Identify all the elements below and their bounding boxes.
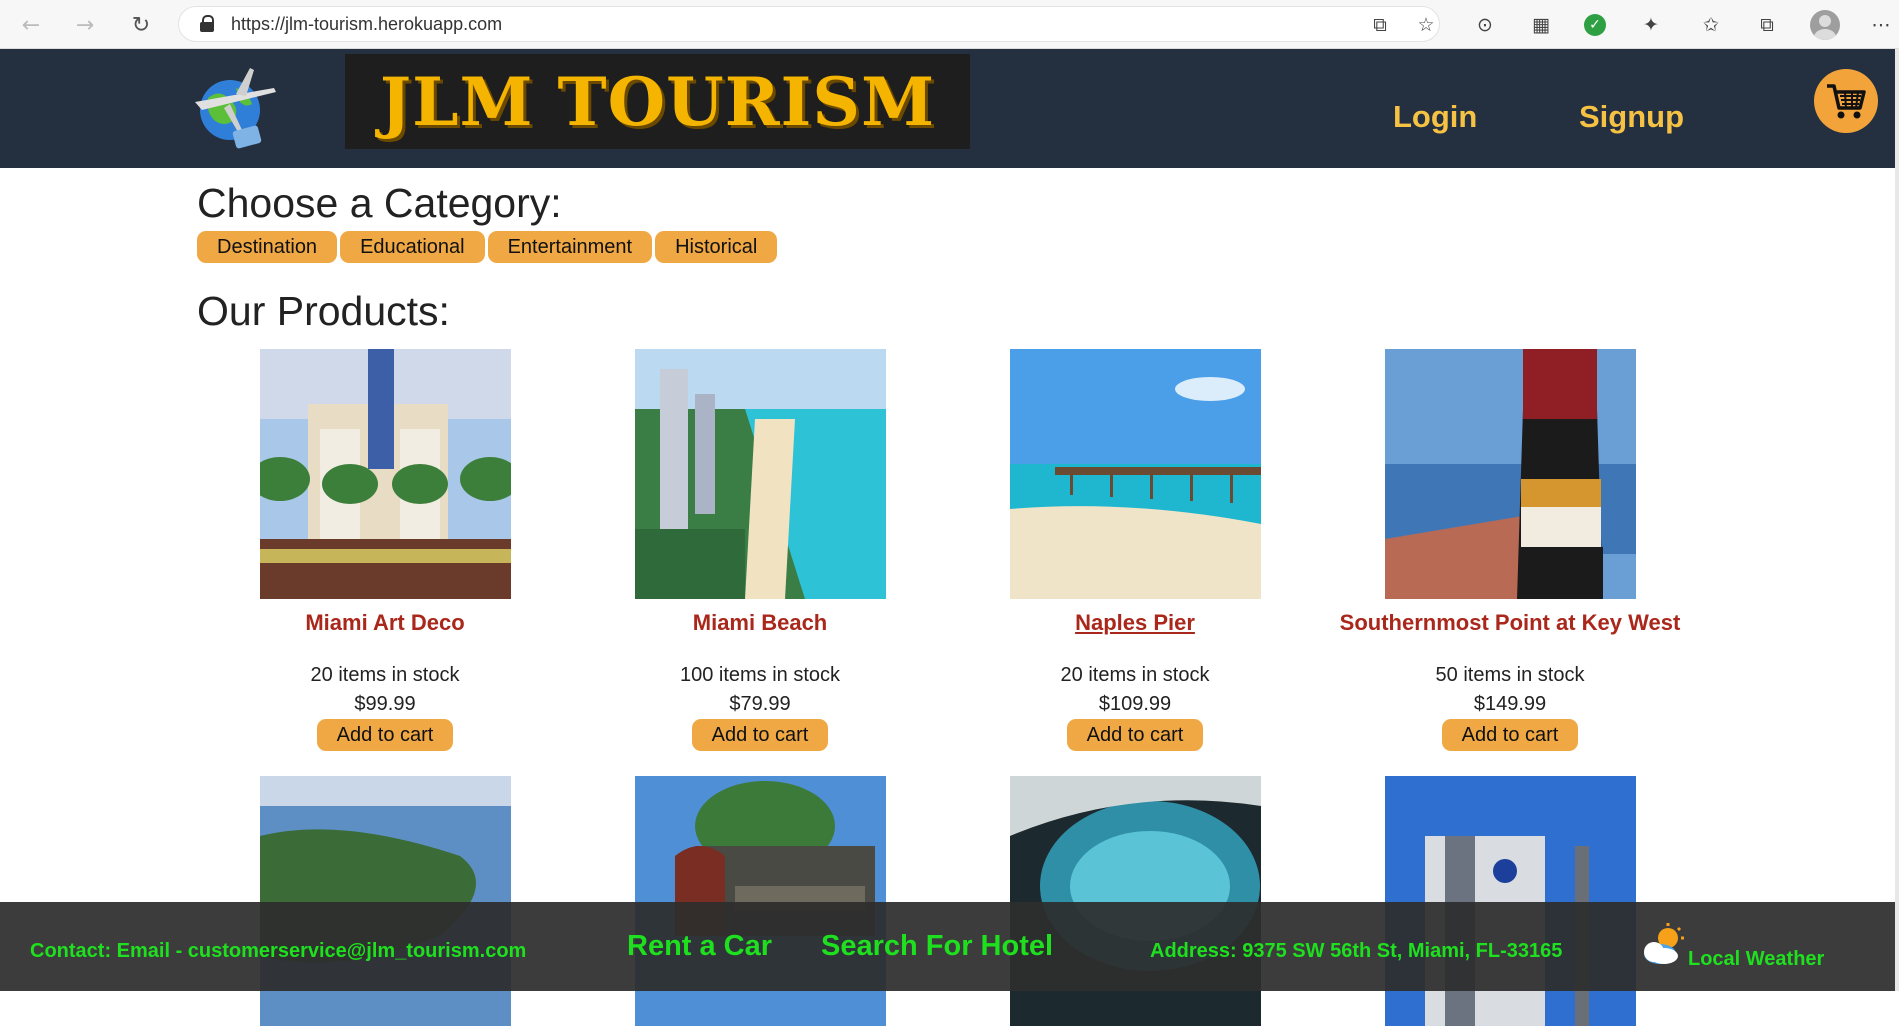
reader-icon[interactable]: ⊙ — [1472, 12, 1498, 38]
extensions-icon[interactable]: ✦ — [1638, 12, 1664, 38]
product-image-miami-art-deco[interactable] — [259, 349, 511, 599]
local-weather-link[interactable]: Local Weather — [1688, 948, 1824, 971]
favorites-icon[interactable]: ✩ — [1698, 12, 1724, 38]
category-entertainment-button[interactable]: Entertainment — [487, 231, 653, 263]
product-image-naples-pier[interactable] — [1009, 349, 1261, 599]
site-header: JLM TOURISM Login Signup — [0, 49, 1899, 168]
add-to-cart-button[interactable]: Add to cart — [317, 719, 453, 751]
product-name[interactable]: Miami Art Deco — [197, 610, 573, 638]
category-historical-button[interactable]: Historical — [655, 231, 778, 263]
add-to-cart-button[interactable]: Add to cart — [692, 719, 828, 751]
product-image-miami-beach[interactable] — [634, 349, 886, 599]
site-footer: Contact: Email - customerservice@jlm_tou… — [0, 902, 1899, 991]
product-card: Miami Art Deco 20 items in stock $99.99 … — [197, 349, 573, 751]
category-heading: Choose a Category: — [197, 180, 562, 226]
products-heading: Our Products: — [197, 288, 450, 334]
product-name[interactable]: Miami Beach — [572, 610, 948, 638]
product-stock: 20 items in stock — [310, 664, 460, 686]
brand-banner[interactable]: JLM TOURISM — [345, 54, 970, 149]
check-extension-icon[interactable]: ✓ — [1584, 14, 1606, 36]
shopping-cart-icon[interactable] — [1814, 69, 1878, 133]
signup-link[interactable]: Signup — [1579, 99, 1684, 135]
browser-toolbar: ← → ↻ https://jlm-tourism.herokuapp.com … — [0, 0, 1899, 49]
product-card: Naples Pier 20 items in stock $109.99 Ad… — [947, 349, 1323, 751]
lock-icon — [199, 15, 215, 33]
contact-email[interactable]: Contact: Email - customerservice@jlm_tou… — [30, 940, 526, 963]
address-bar[interactable]: https://jlm-tourism.herokuapp.com — [178, 6, 1440, 42]
wallet-icon[interactable]: ▦ — [1528, 12, 1554, 38]
reload-icon[interactable]: ↻ — [126, 10, 156, 40]
product-name[interactable]: Naples Pier — [947, 610, 1323, 638]
brand-title: JLM TOURISM — [379, 62, 936, 141]
address-text: Address: 9375 SW 56th St, Miami, FL-3316… — [1150, 940, 1563, 962]
product-card: Southernmost Point at Key West 50 items … — [1322, 349, 1698, 751]
product-price: $99.99 — [354, 693, 416, 715]
search-hotel-link[interactable]: Search For Hotel — [821, 930, 1053, 963]
collections-icon[interactable]: ⧉ — [1754, 12, 1780, 38]
product-card: Miami Beach 100 items in stock $79.99 Ad… — [572, 349, 948, 751]
category-buttons: Destination Educational Entertainment Hi… — [197, 231, 778, 263]
product-stock: 50 items in stock — [1435, 664, 1585, 686]
category-destination-button[interactable]: Destination — [197, 231, 338, 263]
forward-icon[interactable]: → — [70, 10, 100, 40]
globe-plane-logo-icon[interactable] — [190, 58, 280, 153]
page-scrollbar[interactable] — [1895, 49, 1899, 991]
product-stock: 100 items in stock — [679, 664, 841, 686]
category-educational-button[interactable]: Educational — [340, 231, 485, 263]
weather-icon[interactable] — [1638, 922, 1686, 970]
login-link[interactable]: Login — [1393, 99, 1477, 135]
product-image-southernmost-point[interactable] — [1384, 349, 1636, 599]
open-external-icon[interactable]: ⧉ — [1367, 12, 1393, 38]
product-price: $109.99 — [1098, 693, 1172, 715]
product-stock: 20 items in stock — [1060, 664, 1210, 686]
product-price: $79.99 — [729, 693, 791, 715]
rent-car-link[interactable]: Rent a Car — [627, 930, 772, 963]
add-to-cart-button[interactable]: Add to cart — [1067, 719, 1203, 751]
add-favorite-icon[interactable]: ☆ — [1413, 12, 1439, 38]
url-text[interactable]: https://jlm-tourism.herokuapp.com — [231, 14, 502, 35]
product-price: $149.99 — [1473, 693, 1547, 715]
profile-avatar[interactable] — [1810, 10, 1840, 40]
product-name[interactable]: Southernmost Point at Key West — [1322, 610, 1698, 638]
add-to-cart-button[interactable]: Add to cart — [1442, 719, 1578, 751]
menu-icon[interactable]: ⋯ — [1868, 12, 1894, 38]
back-icon[interactable]: ← — [16, 10, 46, 40]
